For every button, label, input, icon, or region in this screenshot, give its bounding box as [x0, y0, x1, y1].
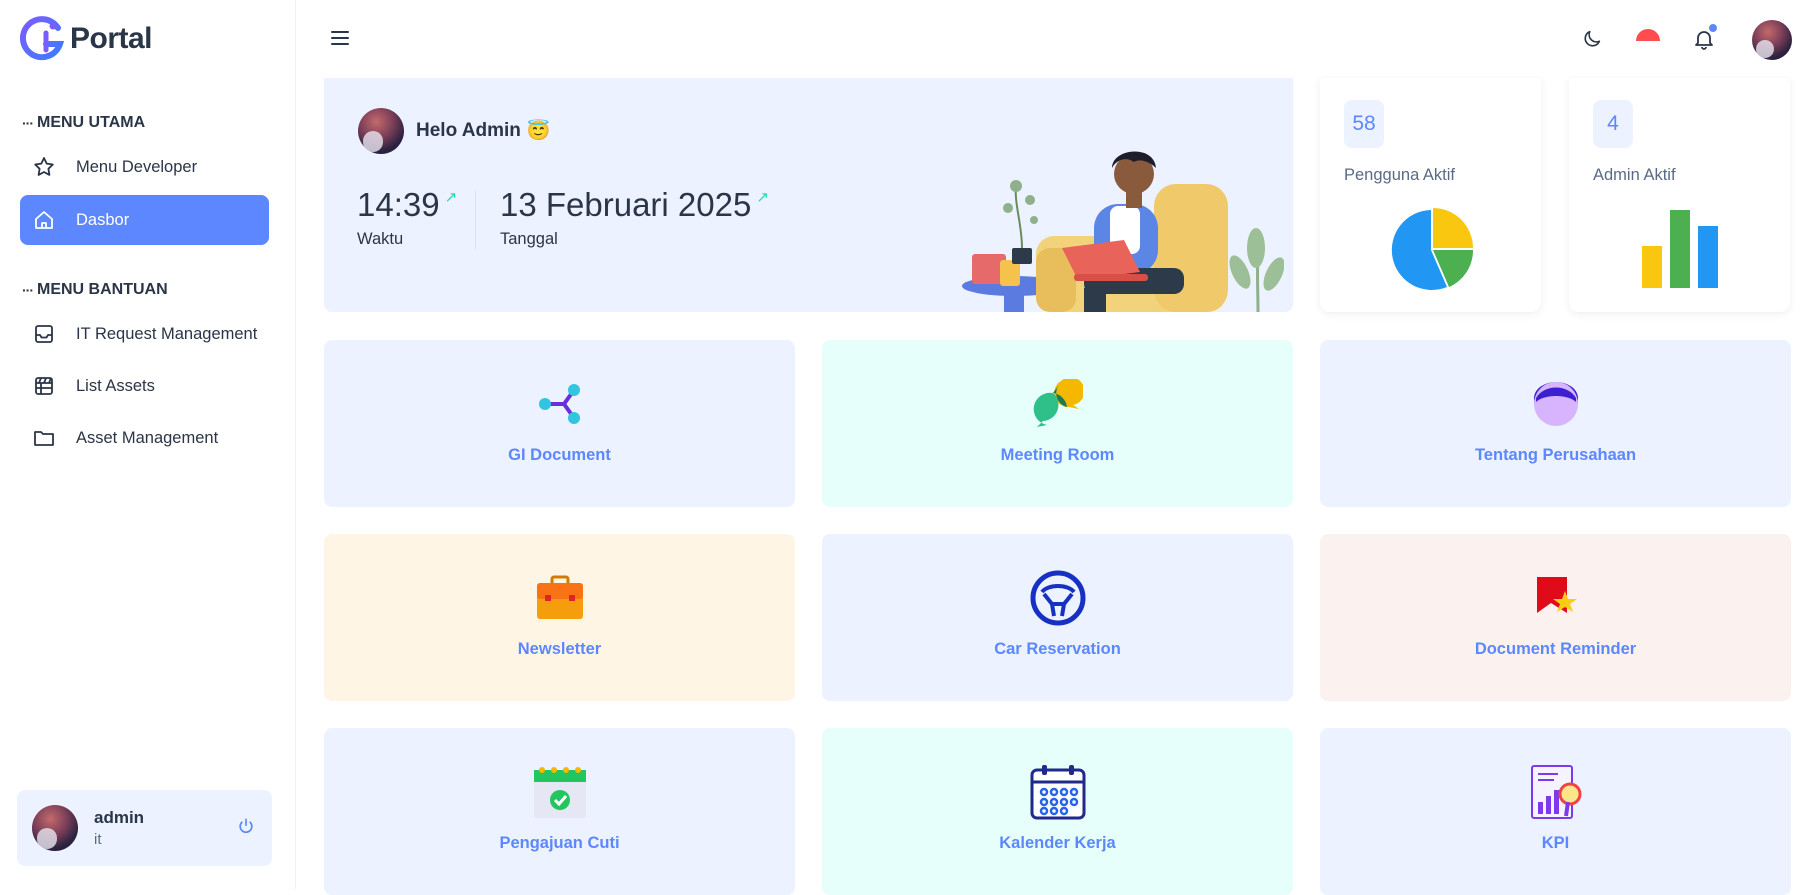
topbar: [297, 0, 1813, 78]
tile-newsletter[interactable]: Newsletter: [324, 534, 795, 701]
sidebar-item-asset-management[interactable]: Asset Management: [20, 413, 269, 463]
divider: [475, 190, 476, 250]
person-laptop-illustration: [962, 151, 1284, 312]
sidebar-item-menu-developer[interactable]: Menu Developer: [20, 142, 269, 192]
tile-label: KPI: [1541, 834, 1570, 852]
metric-value: 58: [1344, 100, 1384, 148]
flag-star-icon: [1528, 570, 1584, 626]
calendar-icon: [1030, 764, 1086, 820]
notification-dot: [1709, 24, 1717, 32]
brand-logo[interactable]: Portal: [20, 16, 153, 62]
tile-car-reservation[interactable]: Car Reservation: [822, 534, 1293, 701]
inbox-icon: [32, 322, 56, 346]
tile-label: GI Document: [508, 446, 611, 464]
greeting-text: Helo Admin: [416, 120, 521, 141]
avatar: [358, 108, 404, 154]
metric-label: Admin Aktif: [1593, 166, 1676, 184]
user-profile-card: admin it: [17, 790, 272, 866]
arrow-up-right-icon: ↗: [444, 189, 458, 206]
sidebar: Portal ··· MENU UTAMA Menu Developer Das…: [0, 0, 296, 889]
user-role: it: [94, 831, 102, 848]
chat-bubbles-icon: [1030, 376, 1086, 432]
tile-kalender-kerja[interactable]: Kalender Kerja: [822, 728, 1293, 895]
avatar[interactable]: [32, 805, 78, 851]
metric-label: Pengguna Aktif: [1344, 166, 1456, 184]
avatar[interactable]: [1752, 20, 1792, 60]
home-icon: [32, 208, 56, 232]
sidebar-item-label: Menu Developer: [76, 157, 198, 176]
power-icon[interactable]: [236, 816, 256, 841]
tile-label: Pengajuan Cuti: [499, 834, 620, 852]
smile-emoji-icon: 😇: [526, 121, 551, 142]
briefcase-icon: [532, 570, 588, 626]
sidebar-item-label: IT Request Management: [76, 324, 258, 343]
tile-label: Kalender Kerja: [999, 834, 1116, 852]
star-icon: [32, 155, 56, 179]
time-label: Waktu: [357, 230, 404, 248]
section-title-menu-utama: ··· MENU UTAMA: [22, 114, 145, 132]
metric-card-pengguna-aktif: 58 Pengguna Aktif: [1320, 78, 1541, 312]
folder-icon: [32, 426, 56, 450]
steering-wheel-icon: [1030, 570, 1086, 626]
tile-label: Tentang Perusahaan: [1474, 446, 1637, 464]
date-label: Tanggal: [500, 230, 558, 248]
sidebar-item-label: Asset Management: [76, 428, 219, 447]
logo-icon: [20, 16, 65, 61]
kpi-report-icon: [1528, 764, 1584, 820]
section-title-label: MENU UTAMA: [37, 114, 146, 131]
sidebar-item-dasbor[interactable]: Dasbor: [20, 195, 269, 245]
arrow-up-right-icon: ↗: [756, 189, 769, 206]
greeting: Helo Admin 😇: [358, 108, 551, 154]
tile-label: Newsletter: [517, 640, 602, 658]
date-stat: 13 Februari 2025 ↗ Tanggal: [500, 186, 769, 249]
share-nodes-icon: [532, 376, 588, 432]
clapperboard-icon: [32, 374, 56, 398]
menu-icon[interactable]: [330, 28, 350, 53]
tile-pengajuan-cuti[interactable]: Pengajuan Cuti: [324, 728, 795, 895]
metric-value: 4: [1593, 100, 1633, 148]
tile-document-reminder[interactable]: Document Reminder: [1320, 534, 1791, 701]
person-icon: [1528, 376, 1584, 432]
sidebar-item-label: Dasbor: [76, 210, 130, 229]
pie-chart-icon: [1391, 208, 1473, 290]
flag-icon[interactable]: [1631, 22, 1665, 56]
section-title-menu-bantuan: ··· MENU BANTUAN: [22, 281, 168, 299]
tile-label: Document Reminder: [1474, 640, 1637, 658]
tile-tentang-perusahaan[interactable]: Tentang Perusahaan: [1320, 340, 1791, 507]
user-name: admin: [94, 808, 145, 827]
sidebar-item-label: List Assets: [76, 376, 155, 395]
sidebar-item-it-request[interactable]: IT Request Management: [20, 309, 269, 359]
tile-meeting-room[interactable]: Meeting Room: [822, 340, 1293, 507]
bar-chart-icon: [1641, 210, 1718, 288]
time-stat: 14:39 ↗ Waktu: [357, 186, 457, 249]
sidebar-item-list-assets[interactable]: List Assets: [20, 361, 269, 411]
date-value: 13 Februari 2025: [500, 186, 752, 223]
tile-label: Car Reservation: [994, 640, 1121, 658]
bell-icon[interactable]: [1687, 22, 1721, 56]
time-value: 14:39: [357, 186, 440, 223]
tile-kpi[interactable]: KPI: [1320, 728, 1791, 895]
dots-icon: ···: [22, 282, 34, 298]
calendar-check-icon: [532, 764, 588, 820]
tile-gi-document[interactable]: GI Document: [324, 340, 795, 507]
metric-card-admin-aktif: 4 Admin Aktif: [1569, 78, 1790, 312]
welcome-card: Helo Admin 😇 14:39 ↗ Waktu 13 Februari 20…: [324, 78, 1293, 312]
moon-icon[interactable]: [1575, 22, 1609, 56]
tile-label: Meeting Room: [1000, 446, 1115, 464]
dots-icon: ···: [22, 115, 34, 131]
section-title-label: MENU BANTUAN: [37, 281, 168, 298]
brand-name: Portal: [70, 22, 153, 55]
